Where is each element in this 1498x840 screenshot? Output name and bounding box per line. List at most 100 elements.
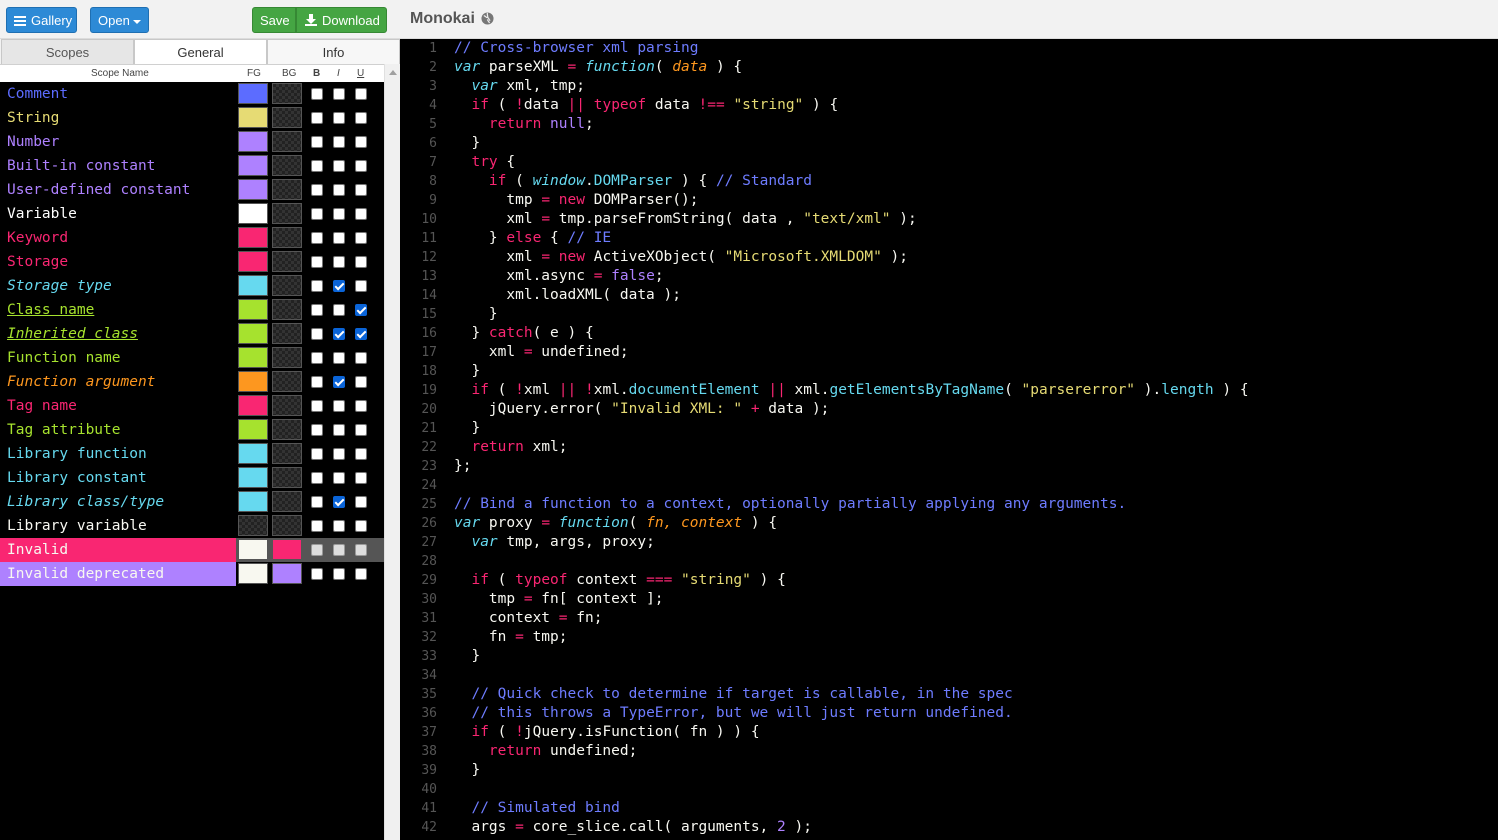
bg-color-swatch[interactable] [272,467,302,488]
italic-checkbox[interactable] [333,232,345,244]
scope-name[interactable]: Library constant [0,466,236,490]
bold-checkbox[interactable] [311,136,323,148]
bold-checkbox[interactable] [311,448,323,460]
fg-color-swatch[interactable] [238,227,268,248]
underline-checkbox[interactable] [355,448,367,460]
bg-color-swatch[interactable] [272,515,302,536]
bg-color-swatch[interactable] [272,299,302,320]
fg-color-swatch[interactable] [238,443,268,464]
scope-row[interactable]: Storage type [0,274,384,298]
bg-color-swatch[interactable] [272,443,302,464]
bold-checkbox[interactable] [311,208,323,220]
fg-color-swatch[interactable] [238,467,268,488]
fg-color-swatch[interactable] [238,275,268,296]
italic-checkbox[interactable] [333,376,345,388]
bold-checkbox[interactable] [311,88,323,100]
scopes-scrollbar[interactable] [384,64,400,840]
bold-checkbox[interactable] [311,112,323,124]
open-button[interactable]: Open [90,7,149,33]
fg-color-swatch[interactable] [238,131,268,152]
scope-name[interactable]: Library variable [0,514,236,538]
italic-checkbox[interactable] [333,136,345,148]
scope-row[interactable]: Library constant [0,466,384,490]
underline-checkbox[interactable] [355,88,367,100]
underline-checkbox[interactable] [355,112,367,124]
italic-checkbox[interactable] [333,400,345,412]
underline-checkbox[interactable] [355,256,367,268]
bg-color-swatch[interactable] [272,323,302,344]
italic-checkbox[interactable] [333,424,345,436]
scope-row[interactable]: Variable [0,202,384,226]
scope-name[interactable]: Tag attribute [0,418,236,442]
underline-checkbox[interactable] [355,136,367,148]
scope-name[interactable]: Class name [0,298,236,322]
bold-checkbox[interactable] [311,280,323,292]
bold-checkbox[interactable] [311,472,323,484]
underline-checkbox[interactable] [355,208,367,220]
bg-color-swatch[interactable] [272,491,302,512]
underline-checkbox[interactable] [355,304,367,316]
scope-row[interactable]: Class name [0,298,384,322]
scope-row[interactable]: Inherited class [0,322,384,346]
italic-checkbox[interactable] [333,352,345,364]
bg-color-swatch[interactable] [272,539,302,560]
underline-checkbox[interactable] [355,544,367,556]
bg-color-swatch[interactable] [272,251,302,272]
tab-general[interactable]: General [134,39,267,64]
bg-color-swatch[interactable] [272,419,302,440]
fg-color-swatch[interactable] [238,395,268,416]
underline-checkbox[interactable] [355,232,367,244]
scope-name[interactable]: Storage [0,250,236,274]
scope-name[interactable]: Tag name [0,394,236,418]
scope-row[interactable]: Tag name [0,394,384,418]
fg-color-swatch[interactable] [238,155,268,176]
bold-checkbox[interactable] [311,256,323,268]
bg-color-swatch[interactable] [272,347,302,368]
underline-checkbox[interactable] [355,472,367,484]
scope-name[interactable]: Number [0,130,236,154]
scope-row[interactable]: Comment [0,82,384,106]
bold-checkbox[interactable] [311,544,323,556]
scope-name[interactable]: Function argument [0,370,236,394]
bold-checkbox[interactable] [311,304,323,316]
underline-checkbox[interactable] [355,184,367,196]
scope-row[interactable]: Storage [0,250,384,274]
underline-checkbox[interactable] [355,328,367,340]
underline-checkbox[interactable] [355,568,367,580]
fg-color-swatch[interactable] [238,251,268,272]
bold-checkbox[interactable] [311,184,323,196]
underline-checkbox[interactable] [355,280,367,292]
fg-color-swatch[interactable] [238,299,268,320]
tab-info[interactable]: Info [267,39,400,64]
scope-name[interactable]: Built-in constant [0,154,236,178]
fg-color-swatch[interactable] [238,323,268,344]
italic-checkbox[interactable] [333,208,345,220]
bold-checkbox[interactable] [311,424,323,436]
fg-color-swatch[interactable] [238,203,268,224]
fg-color-swatch[interactable] [238,491,268,512]
scope-row[interactable]: Function argument [0,370,384,394]
scope-row[interactable]: Number [0,130,384,154]
theme-title[interactable]: Monokai [410,10,475,28]
underline-checkbox[interactable] [355,496,367,508]
code-preview[interactable]: 1 2 3 4 5 6 7 8 9 10 11 12 13 14 15 16 17 18 19 20 21 22 23 24 2… [400,39,1498,840]
underline-checkbox[interactable] [355,376,367,388]
fg-color-swatch[interactable] [238,419,268,440]
bg-color-swatch[interactable] [272,131,302,152]
globe-icon[interactable] [481,12,494,25]
scope-row[interactable]: Library function [0,442,384,466]
scope-row[interactable]: Function name [0,346,384,370]
bg-color-swatch[interactable] [272,275,302,296]
scope-name[interactable]: Storage type [0,274,236,298]
tab-scopes[interactable]: Scopes [1,39,134,64]
fg-color-swatch[interactable] [238,347,268,368]
gallery-button[interactable]: Gallery [6,7,77,33]
fg-color-swatch[interactable] [238,179,268,200]
bold-checkbox[interactable] [311,496,323,508]
italic-checkbox[interactable] [333,112,345,124]
italic-checkbox[interactable] [333,88,345,100]
italic-checkbox[interactable] [333,160,345,172]
bold-checkbox[interactable] [311,328,323,340]
italic-checkbox[interactable] [333,544,345,556]
italic-checkbox[interactable] [333,304,345,316]
